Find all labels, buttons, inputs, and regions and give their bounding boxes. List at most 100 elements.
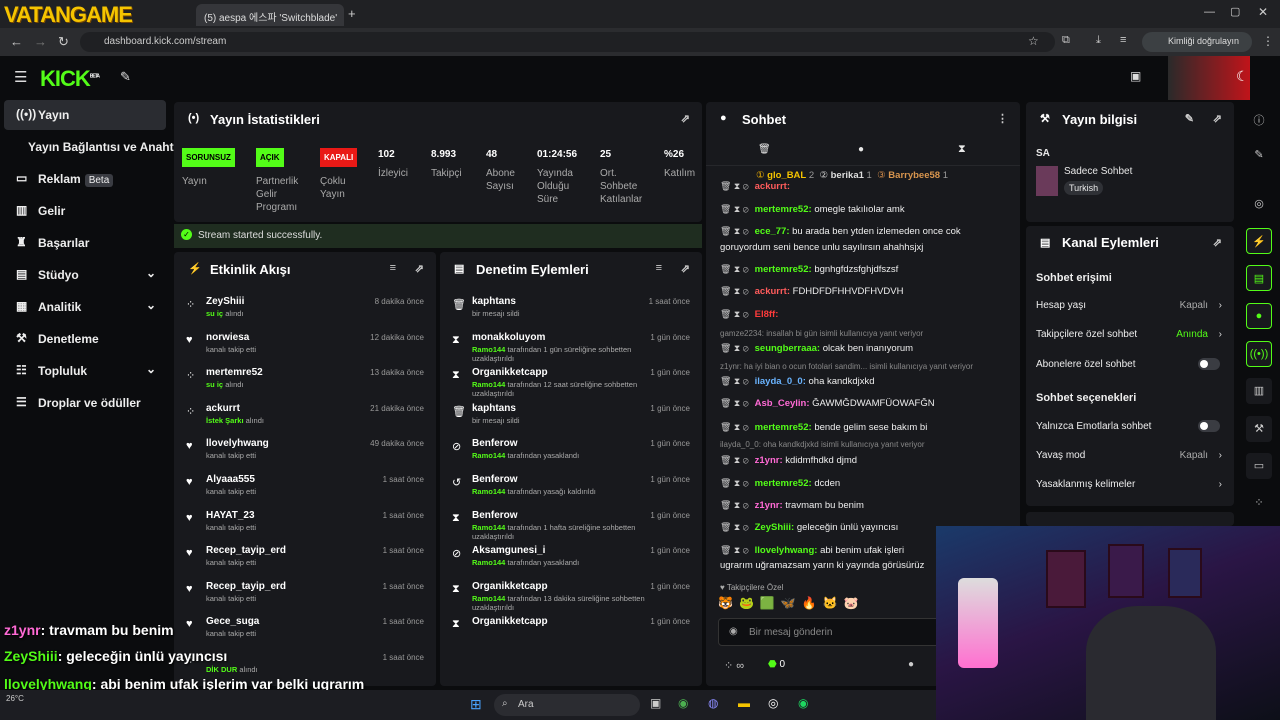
kick-logo[interactable]: KICKBETA [40,66,100,92]
chat-username[interactable]: mertemre52: [755,422,812,433]
sidebar-item-analitik[interactable]: ▦ Analitik ⌄ [4,292,166,322]
list-item[interactable]: ⁘ mertemre52 su iç alındı 13 dakika önce [174,363,436,399]
sidebar-item-basarilar[interactable]: ♜ Başarılar [4,228,166,258]
tools-icon[interactable]: ✎ [120,69,131,85]
mod-actions-icon[interactable]: 🗑 ⧗ ⊘ [720,478,749,488]
new-tab-icon[interactable]: + [348,6,356,21]
user-name[interactable]: Recep_tayip_erd [206,545,286,556]
user-name[interactable]: Organikketcapp [472,367,548,378]
list-item[interactable]: ⁘ ZeyShiii su iç alındı 8 dakika önce [174,292,436,328]
list-item[interactable]: ♥ HAYAT_23 kanalı takip etti 1 saat önce [174,506,436,542]
user-name[interactable]: Benferow [472,510,518,521]
list-item[interactable]: ⁘ ackurrt İstek Şarkı alındı 21 dakika önce [174,399,436,435]
obs-icon[interactable]: ◎ [768,696,778,710]
more-options-icon[interactable]: ⋮ [997,112,1008,125]
tag-pill[interactable]: Turkish [1064,181,1104,195]
sidebar-item-droplar[interactable]: ☰ Droplar ve ödüller [4,388,166,418]
chat-bubble-icon[interactable]: ● [1246,303,1272,329]
mod-actions-icon[interactable]: 🗑 ⧗ ⊘ [720,500,749,510]
user-name[interactable]: norwiesa [206,332,249,343]
list-item[interactable]: ↺ Benferow Ramo144 tarafından yasağı kaldı… [440,470,702,506]
taskbar-search[interactable]: ⌕ Ara [494,694,640,716]
popout-icon[interactable]: ⇗ [1213,112,1222,125]
top-user[interactable]: glo_BAL [767,170,806,181]
mod-actions-icon[interactable]: 🗑 ⧗ ⊘ [720,181,749,191]
user-name[interactable]: kaphtans [472,403,516,414]
chat-username[interactable]: mertemre52: [755,264,812,275]
category-name[interactable]: Sadece Sohbet [1064,166,1132,177]
list-item[interactable]: ♥ norwiesa kanalı takip etti 12 dakika önce [174,328,436,364]
list-item[interactable]: ⧗ Organikketcapp 1 gün önce [440,612,702,648]
chat-username[interactable]: ece_77: [755,226,790,237]
url-field[interactable]: dashboard.kick.com/stream [80,32,1055,52]
list-item[interactable]: ⧗ monakkoluyom Ramo144 tarafından 1 gün sü… [440,328,702,364]
mod-actions-icon[interactable]: 🗑 ⧗ ⊘ [720,286,749,296]
sidebar-item-stream-key[interactable]: Yayın Bağlantısı ve Anahtarı [4,132,188,162]
user-name[interactable]: ackurrt [206,403,240,414]
chat-username[interactable]: z1ynr: [755,500,783,511]
popout-icon[interactable]: ⇗ [681,262,690,275]
user-name[interactable]: kaphtans [472,296,516,307]
reload-icon[interactable]: ↻ [58,34,69,50]
list-item[interactable]: ♥ Gece_suga kanalı takip etti 1 saat önce [174,612,436,648]
media-icon[interactable]: ≡ [1120,34,1126,46]
wrench-icon[interactable]: ⚒ [1246,416,1272,442]
list-item[interactable]: ♥ Recep_tayip_erd kanalı takip etti 1 saat … [174,541,436,577]
user-name[interactable]: Benferow [472,438,518,449]
folder-icon[interactable]: ▬ [738,696,750,710]
subs-chat-toggle[interactable] [1198,358,1220,370]
mod-actions-icon[interactable]: 🗑 ⧗ ⊘ [720,376,749,386]
chat-username[interactable]: z1ynr: [755,455,783,466]
mod-actions-icon[interactable]: 🗑 ⧗ ⊘ [720,309,749,319]
target-icon[interactable]: ◎ [1246,191,1272,217]
banned-words-row[interactable]: Yasaklanmış kelimeler › [1036,479,1222,490]
user-name[interactable]: ZeyShiii [206,296,244,307]
chat-username[interactable]: mertemre52: [755,478,812,489]
top-user[interactable]: Barrybee58 [888,170,940,181]
slow-mode-row[interactable]: Yavaş mod Kapalı › [1036,450,1222,461]
user-name[interactable]: llovelyhwang [206,438,269,449]
popout-icon[interactable]: ⇗ [1213,236,1222,249]
discord-icon[interactable]: ◍ [708,696,718,710]
popout-icon[interactable]: ⇗ [415,262,424,275]
chat-username[interactable]: ilayda_0_0: [755,376,806,387]
list-item[interactable]: ♥ Alyaaa555 kanalı takip etti 1 saat önce [174,470,436,506]
user-name[interactable]: Aksamgunesi_i [472,545,545,556]
list-item[interactable]: ⧗ Organikketcapp Ramo144 tarafından 12 saa… [440,363,702,399]
sidebar-item-studyo[interactable]: ▤ Stüdyo ⌄ [4,260,166,290]
mod-actions-icon[interactable]: 🗑 ⧗ ⊘ [720,226,749,236]
windows-start-icon[interactable]: ⊞ [470,696,482,713]
layout-icon[interactable]: ▭ [1246,453,1272,479]
list-item[interactable]: ♥ Recep_tayip_erd kanalı takip etti 1 saat … [174,577,436,613]
emoji-icon[interactable]: ◉ [729,626,738,637]
filter-icon[interactable]: ≡ [390,262,396,274]
filter-icon[interactable]: ≡ [656,262,662,274]
chat-username[interactable]: seungberraaa: [755,343,820,354]
chat-username[interactable]: ZeyShiii: [755,522,795,533]
broadcast-icon[interactable]: ((•)) [1246,341,1272,367]
download-icon[interactable]: ⤓ [1096,34,1101,47]
user-name[interactable]: mertemre52 [206,367,263,378]
sidebar-item-topluluk[interactable]: ☷ Topluluk ⌄ [4,356,166,386]
popout-icon[interactable]: ⇗ [681,112,690,125]
chrome-icon[interactable]: ◉ [678,696,688,710]
close-window-icon[interactable]: ✕ [1258,5,1268,19]
chat-settings-icon[interactable]: ● [908,659,914,670]
list-item[interactable]: ⧗ Benferow Ramo144 tarafından 1 hafta süre… [440,506,702,542]
forward-icon[interactable]: → [34,34,47,49]
spotify-icon[interactable]: ◉ [798,696,808,710]
chat-username[interactable]: Asb_Ceylin: [755,398,810,409]
kick-points[interactable]: ⬣ 0 [768,659,785,670]
mod-actions-icon[interactable]: 🗑 ⧗ ⊘ [720,545,749,555]
sidebar-item-denetleme[interactable]: ⚒ Denetleme [4,324,166,354]
user-name[interactable]: Alyaaa555 [206,474,255,485]
browser-tab[interactable]: (5) aespa 에스파 'Switchblade' [196,4,344,26]
live-preview-icon[interactable]: ▣ [1130,69,1141,83]
user-name[interactable]: Gece_suga [206,616,259,627]
list-item[interactable]: 🗑 kaphtans bir mesajı sildi 1 gün önce [440,399,702,435]
emote-only-toggle[interactable] [1198,420,1220,432]
user-name[interactable]: Recep_tayip_erd [206,581,286,592]
sidebar-item-reklam[interactable]: ▭ Reklam Beta [4,164,166,194]
list-item[interactable]: ⊘ Aksamgunesi_i Ramo144 tarafından yasakla… [440,541,702,577]
browser-menu-icon[interactable]: ⋮ [1262,34,1274,48]
